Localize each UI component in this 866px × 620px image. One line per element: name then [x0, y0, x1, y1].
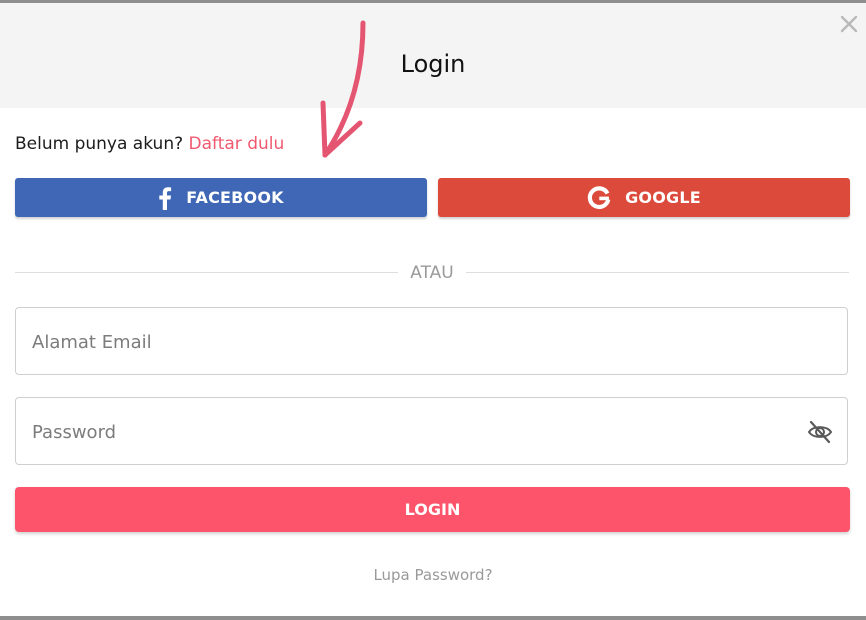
- password-field[interactable]: [15, 397, 848, 466]
- forgot-password-link[interactable]: Lupa Password?: [0, 565, 866, 585]
- signup-text: Belum punya akun?: [15, 134, 184, 154]
- facebook-icon: [158, 186, 172, 210]
- login-button[interactable]: LOGIN: [15, 487, 850, 532]
- signup-prompt: Belum punya akun? Daftar dulu: [15, 132, 284, 156]
- modal-header: Login: [0, 3, 866, 108]
- divider-text: ATAU: [410, 263, 454, 283]
- email-field[interactable]: [15, 307, 848, 376]
- toggle-password-visibility[interactable]: [806, 418, 834, 446]
- password-input[interactable]: [30, 398, 794, 466]
- facebook-login-button[interactable]: FACEBOOK: [15, 178, 427, 217]
- eye-off-icon: [807, 420, 833, 444]
- google-login-button[interactable]: GOOGLE: [438, 178, 850, 217]
- email-input[interactable]: [30, 308, 794, 376]
- page-title: Login: [400, 50, 466, 78]
- close-button[interactable]: [836, 11, 862, 37]
- google-icon: [587, 185, 611, 210]
- divider-line-right: [466, 272, 849, 273]
- login-label: LOGIN: [404, 500, 461, 519]
- google-label: GOOGLE: [625, 188, 701, 207]
- signup-link[interactable]: Daftar dulu: [189, 134, 285, 154]
- window-bottom-border: [0, 616, 866, 620]
- divider-line-left: [15, 272, 398, 273]
- facebook-label: FACEBOOK: [186, 188, 284, 207]
- close-icon: [840, 15, 858, 33]
